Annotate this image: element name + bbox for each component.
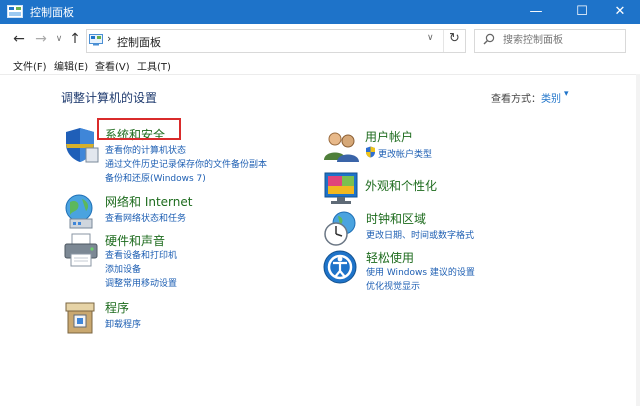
title-bar[interactable]: 控制面板 — ☐ ✕ <box>0 0 640 24</box>
navigation-row: ← → ∨ ↑ › 控制面板 ∨ ↻ <box>0 24 640 56</box>
menu-bar: 文件(F) 编辑(E) 查看(V) 工具(T) <box>0 56 640 74</box>
window-title: 控制面板 <box>30 6 74 19</box>
control-panel-window: 控制面板 — ☐ ✕ ← → ∨ ↑ › 控制面板 ∨ ↻ 搜索控制面板 文件(… <box>0 0 640 406</box>
category-title-clock-region[interactable]: 时钟和区域 <box>366 210 426 227</box>
right-edge-shadow <box>636 74 640 406</box>
uac-shield-icon <box>366 146 375 158</box>
link-devices-printers[interactable]: 查看设备和打印机 <box>105 248 177 261</box>
clock-globe-icon <box>324 211 356 246</box>
globe-network-icon <box>65 194 93 229</box>
search-input[interactable] <box>503 32 619 48</box>
printer-icon <box>64 233 98 267</box>
category-title-user-accounts[interactable]: 用户帐户 <box>365 128 413 145</box>
link-file-history-backup[interactable]: 通过文件历史记录保存你的文件备份副本 <box>105 157 267 170</box>
view-by-dropdown[interactable]: 类别 <box>541 90 561 105</box>
address-divider <box>443 30 444 52</box>
maximize-button[interactable]: ☐ <box>562 0 602 24</box>
link-change-account-type[interactable]: 更改帐户类型 <box>378 147 432 160</box>
category-title-ease-of-access[interactable]: 轻松使用 <box>366 249 414 266</box>
category-title-network-internet[interactable]: 网络和 Internet <box>105 193 192 210</box>
close-button[interactable]: ✕ <box>600 0 640 24</box>
link-network-status[interactable]: 查看网络状态和任务 <box>105 211 186 224</box>
ease-of-access-icon <box>323 250 357 284</box>
link-mobility-settings[interactable]: 调整常用移动设置 <box>105 276 177 289</box>
category-title-programs[interactable]: 程序 <box>105 299 129 316</box>
control-panel-location-icon <box>89 34 103 46</box>
category-title-hardware-sound[interactable]: 硬件和声音 <box>105 232 165 249</box>
search-box[interactable] <box>474 29 626 53</box>
page-heading: 调整计算机的设置 <box>61 91 158 105</box>
search-icon <box>483 33 495 45</box>
minimize-button[interactable]: — <box>516 0 556 24</box>
address-dropdown-button[interactable]: ∨ <box>427 33 434 43</box>
programs-icon <box>65 302 95 334</box>
view-by-label: 查看方式： <box>491 94 541 105</box>
control-panel-icon <box>7 5 23 18</box>
menu-tools[interactable]: 工具(T) <box>137 58 171 73</box>
refresh-button[interactable]: ↻ <box>449 31 460 46</box>
breadcrumb-separator[interactable]: › <box>107 32 111 45</box>
link-backup-restore[interactable]: 备份和还原(Windows 7) <box>105 171 206 184</box>
menu-view[interactable]: 查看(V) <box>95 58 130 73</box>
link-view-computer-status[interactable]: 查看你的计算机状态 <box>105 143 186 156</box>
menu-edit[interactable]: 编辑(E) <box>54 58 88 73</box>
forward-button[interactable]: → <box>32 30 50 48</box>
back-button[interactable]: ← <box>10 30 28 48</box>
link-change-date-time-format[interactable]: 更改日期、时间或数字格式 <box>366 228 474 241</box>
up-button[interactable]: ↑ <box>66 30 84 48</box>
category-title-appearance[interactable]: 外观和个性化 <box>365 177 437 194</box>
link-windows-recommended-settings[interactable]: 使用 Windows 建议的设置 <box>366 265 475 278</box>
display-appearance-icon <box>324 172 358 204</box>
breadcrumb-control-panel[interactable]: 控制面板 <box>117 34 161 50</box>
highlight-box <box>97 118 181 140</box>
view-by-caret-icon[interactable]: ▾ <box>564 89 569 99</box>
shield-icon <box>66 128 99 163</box>
menu-file[interactable]: 文件(F) <box>13 58 47 73</box>
link-add-device[interactable]: 添加设备 <box>105 262 141 275</box>
address-bar[interactable]: › 控制面板 ∨ ↻ <box>86 29 466 53</box>
link-uninstall-program[interactable]: 卸载程序 <box>105 317 141 330</box>
link-optimize-visual-display[interactable]: 优化视觉显示 <box>366 279 420 292</box>
users-icon <box>324 132 359 162</box>
